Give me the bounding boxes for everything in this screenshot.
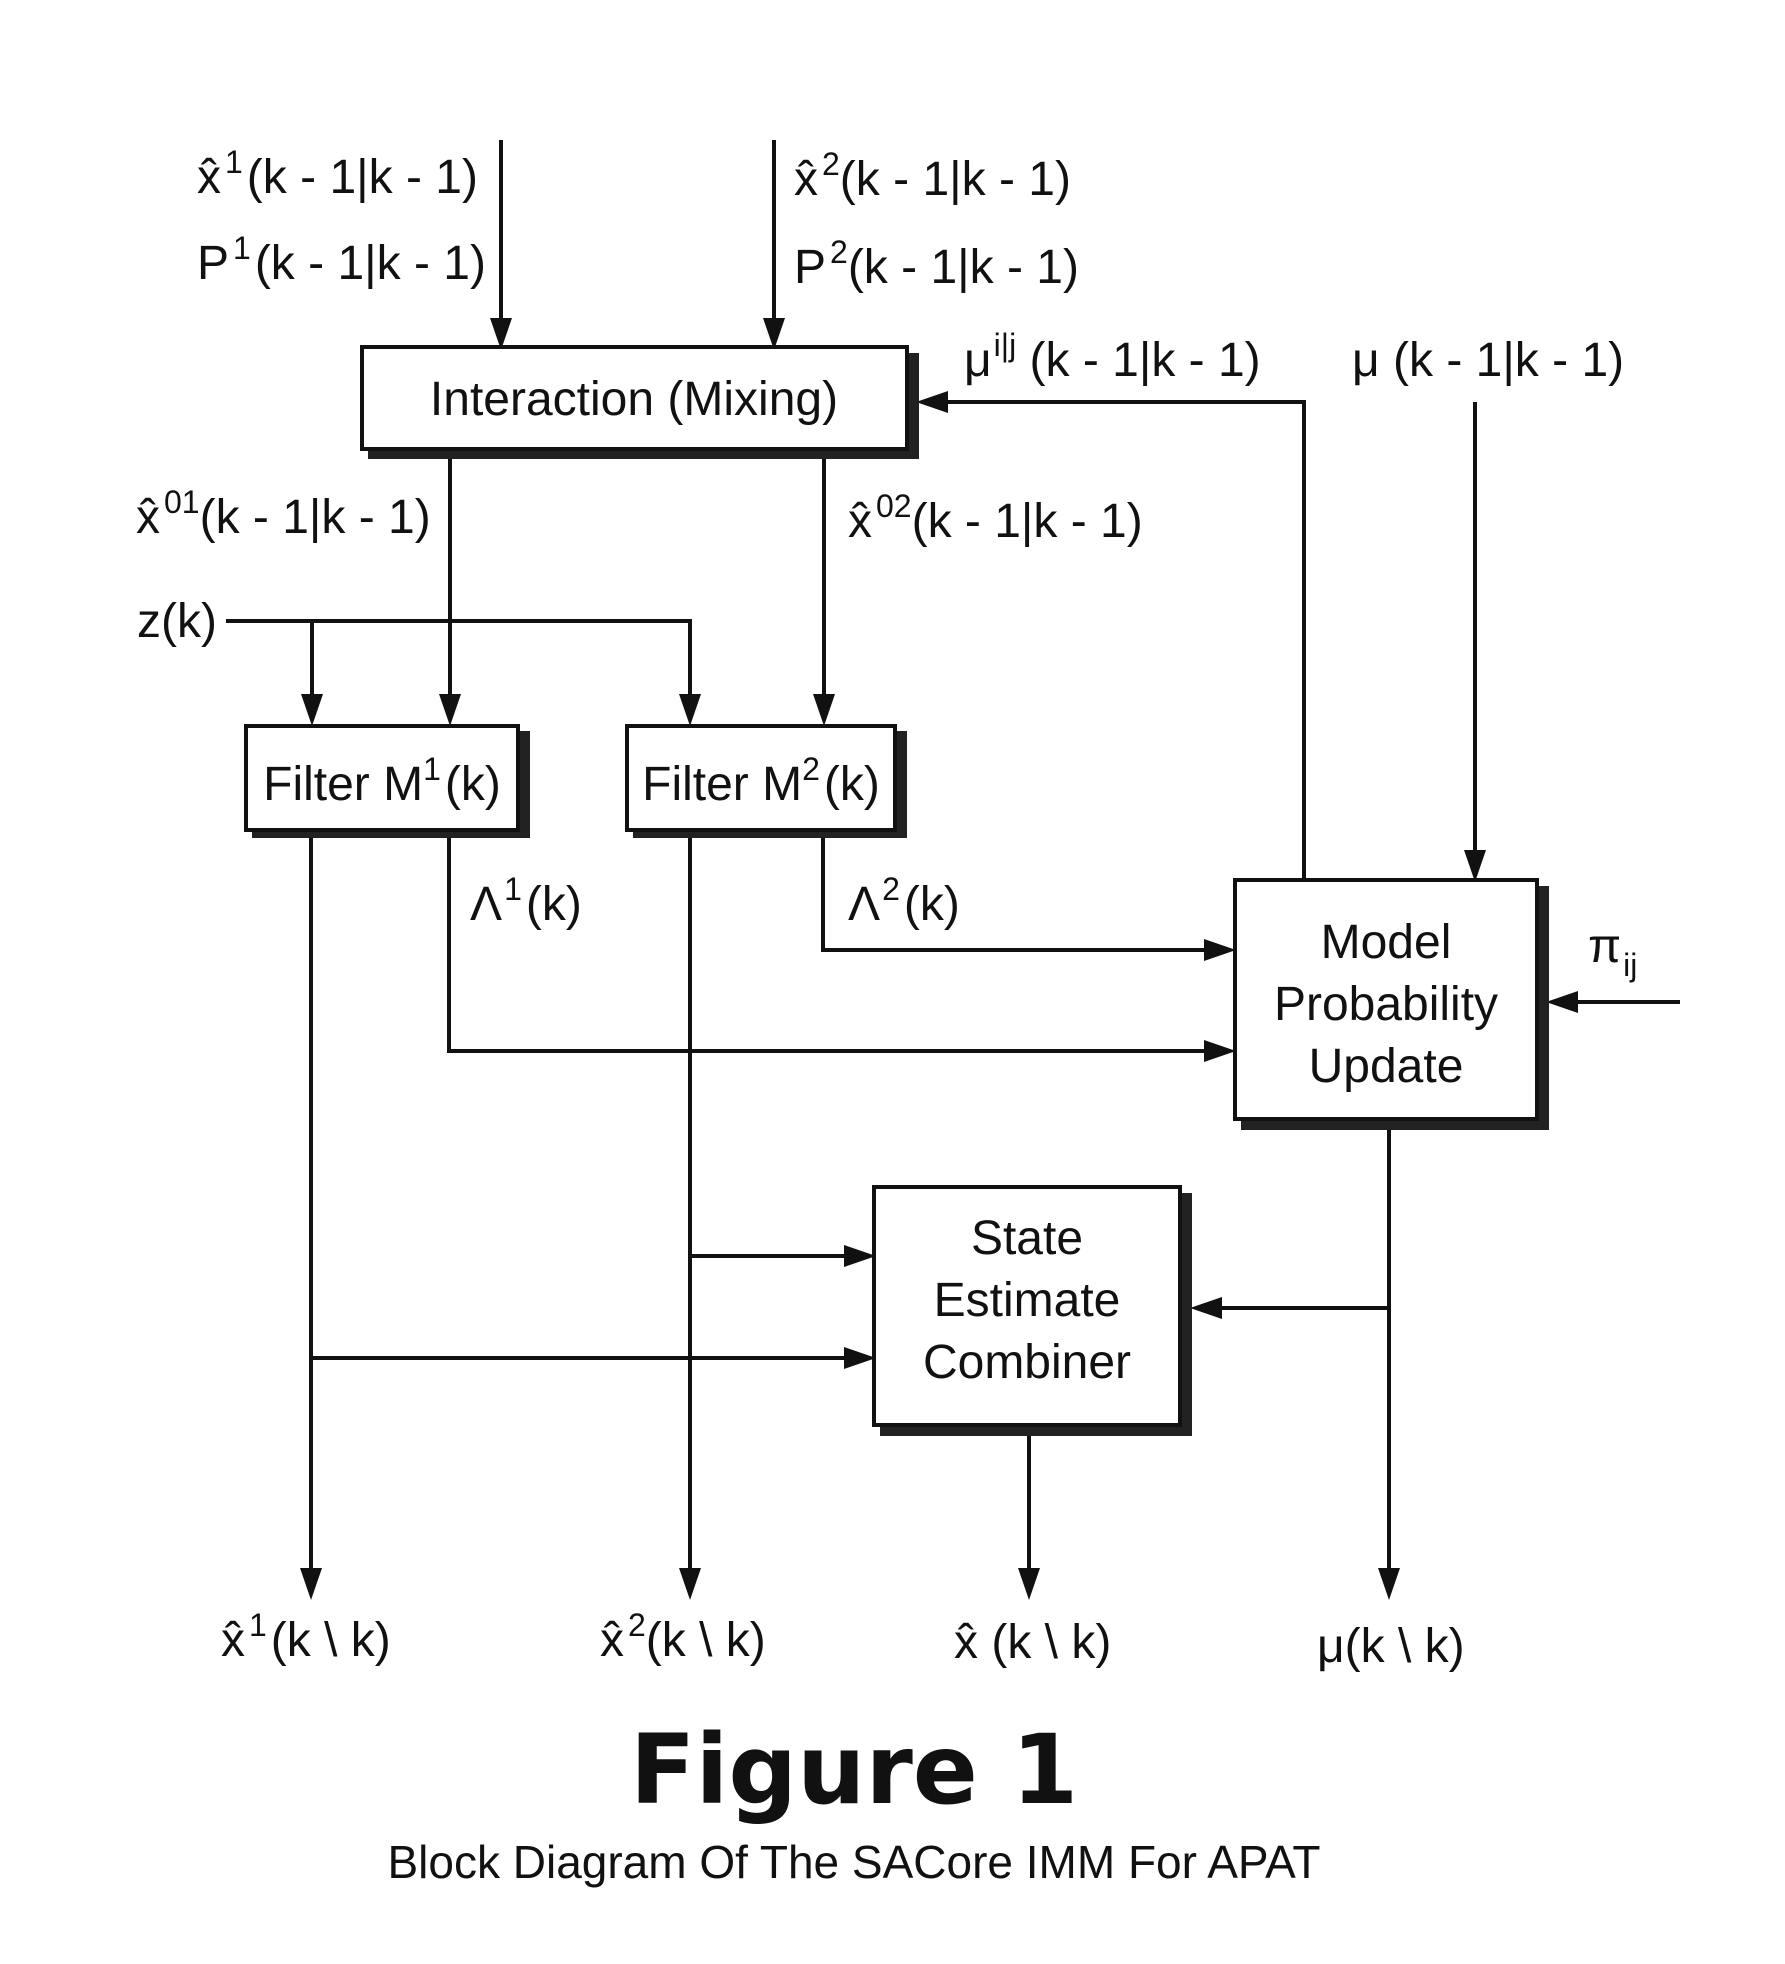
imm-block-diagram: Interaction (Mixing) Filter M1(k) Filter… [136,140,1680,1888]
arrow-left-icon [1546,991,1578,1013]
filter-m2-block: Filter M2(k) [625,724,907,838]
wire-mu-ij-feedback [940,400,1306,880]
model-probability-update-block: Model Probability Update [1233,878,1549,1130]
label-mu-prev: μ (k - 1|k - 1) [1352,334,1624,387]
label-x2-out: x̂ 2(k \ k) [600,1607,766,1667]
arrow-down-icon [1464,850,1486,882]
arrow-right-icon [1204,939,1236,961]
arrow-down-icon [1018,1568,1040,1600]
arrow-right-icon [1204,1040,1236,1062]
wire-lambda1 [447,834,1212,1053]
label-mu-ij-prev: μi|j (k - 1|k - 1) [964,327,1261,387]
arrow-left-icon [1190,1297,1222,1319]
arrow-right-icon [844,1347,876,1369]
model-update-line-2: Probability [1274,978,1498,1031]
label-lambda1: Λ1(k) [470,871,582,931]
arrow-down-icon [301,694,323,726]
label-x02: x̂ 02(k - 1|k - 1) [848,488,1143,548]
combiner-line-3: Combiner [923,1336,1131,1389]
combiner-line-2: Estimate [934,1274,1121,1327]
filter-m1-block: Filter M1(k) [244,724,530,838]
label-p1-prev: P 1(k - 1|k - 1) [197,230,486,290]
arrow-down-icon [679,1568,701,1600]
model-update-line-3: Update [1309,1040,1464,1093]
label-p2-prev: P 2(k - 1|k - 1) [794,234,1079,294]
model-update-line-1: Model [1321,916,1452,969]
interaction-label: Interaction (Mixing) [430,373,838,426]
wire-z-measurement [226,619,692,704]
filter-m1-label: Filter M1(k) [263,751,501,811]
label-x1-prev: x̂ 1(k - 1|k - 1) [197,144,478,204]
filter-m2-label: Filter M2(k) [642,751,880,811]
label-x-out: x̂ (k \ k) [954,1616,1111,1669]
arrow-down-icon [1378,1568,1400,1600]
state-estimate-combiner-block: State Estimate Combiner [872,1185,1192,1436]
arrow-right-icon [844,1245,876,1267]
arrow-down-icon [439,694,461,726]
label-x2-prev: x̂ 2(k - 1|k - 1) [794,146,1071,206]
label-x01: x̂ 01(k - 1|k - 1) [136,484,431,544]
label-pi-ij: πij [1588,920,1637,983]
arrow-down-icon [300,1568,322,1600]
label-x1-out: x̂ 1(k \ k) [221,1607,391,1667]
arrow-left-icon [916,391,948,413]
figure-title: Figure 1 [630,1714,1078,1826]
arrow-down-icon [679,694,701,726]
label-mu-out: μ(k \ k) [1317,1620,1465,1673]
combiner-line-1: State [971,1212,1083,1265]
interaction-block: Interaction (Mixing) [360,345,919,459]
label-z: z(k) [137,595,217,648]
label-lambda2: Λ2(k) [848,871,960,931]
figure-caption: Block Diagram Of The SACore IMM For APAT [387,1836,1320,1888]
arrow-down-icon [813,694,835,726]
